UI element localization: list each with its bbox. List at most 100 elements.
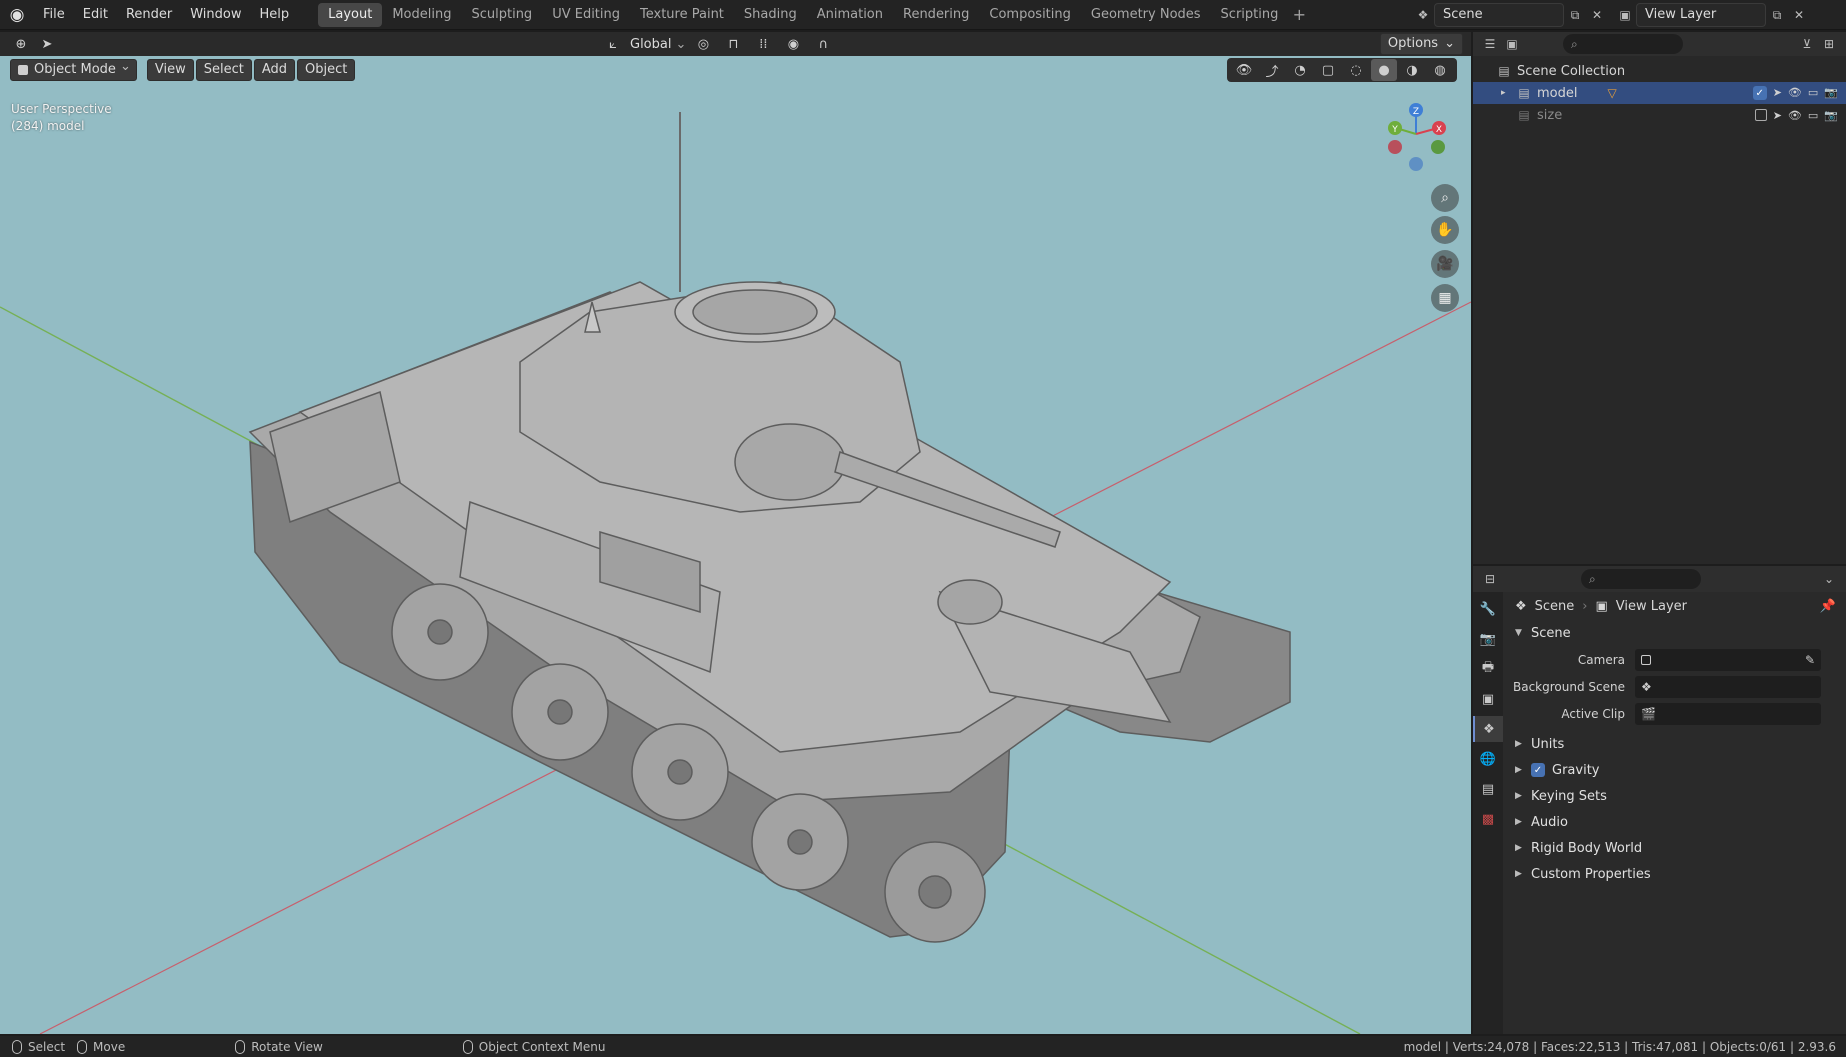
menu-file[interactable]: File bbox=[34, 0, 74, 30]
blender-logo-icon[interactable]: ◉ bbox=[0, 0, 34, 30]
delete-view-layer-icon[interactable]: ✕ bbox=[1788, 4, 1810, 26]
world-tab-icon[interactable]: 🌐 bbox=[1473, 746, 1503, 772]
chevron-down-icon[interactable]: ⌄ bbox=[675, 37, 686, 52]
new-scene-icon[interactable]: ⧉ bbox=[1564, 4, 1586, 26]
menu-object[interactable]: Object bbox=[297, 59, 356, 81]
gizmo-toggle-icon[interactable]: ⤴ bbox=[1259, 59, 1285, 81]
include-checkbox[interactable]: ✓ bbox=[1752, 86, 1767, 100]
collection-tab-icon[interactable]: ▤ bbox=[1473, 776, 1503, 802]
units-panel-header[interactable]: ▶ Units bbox=[1505, 731, 1846, 757]
new-view-layer-icon[interactable]: ⧉ bbox=[1766, 4, 1788, 26]
render-tab-icon[interactable]: 📷 bbox=[1473, 626, 1503, 652]
tab-animation[interactable]: Animation bbox=[807, 3, 893, 27]
camera-field[interactable]: ✎ bbox=[1635, 648, 1821, 671]
active-clip-field[interactable]: 🎬 bbox=[1635, 702, 1821, 725]
overlay-toggle-icon[interactable]: ◔ bbox=[1287, 59, 1313, 81]
mode-select[interactable]: Object Mode bbox=[10, 57, 137, 81]
texture-tab-icon[interactable]: ▩ bbox=[1473, 806, 1503, 832]
background-scene-field[interactable]: ❖ bbox=[1635, 675, 1821, 698]
outliner-editor-icon[interactable]: ☰ bbox=[1479, 33, 1501, 55]
add-workspace-icon[interactable]: + bbox=[1288, 5, 1310, 24]
falloff-curve-icon[interactable]: ∩ bbox=[810, 33, 836, 55]
view-layer-tab-icon[interactable]: ▣ bbox=[1473, 686, 1503, 712]
outliner-item-model[interactable]: ▸ ▤ model ▽ ✓ ➤ 👁 ▭ 📷 bbox=[1473, 82, 1846, 104]
tab-uv-editing[interactable]: UV Editing bbox=[542, 3, 630, 27]
render-camera-icon[interactable]: 📷 bbox=[1824, 109, 1838, 122]
menu-edit[interactable]: Edit bbox=[74, 0, 117, 30]
outliner-search-input[interactable]: ⌕ bbox=[1563, 34, 1683, 54]
delete-scene-icon[interactable]: ✕ bbox=[1586, 4, 1608, 26]
rendered-shading-icon[interactable]: ◍ bbox=[1427, 59, 1453, 81]
display-mode-icon[interactable]: ▣ bbox=[1501, 33, 1523, 55]
view-layer-icon[interactable]: ▣ bbox=[1614, 4, 1636, 26]
custom-properties-panel-header[interactable]: ▶ Custom Properties bbox=[1505, 861, 1846, 887]
tab-rendering[interactable]: Rendering bbox=[893, 3, 979, 27]
pivot-point-icon[interactable]: ◎ bbox=[690, 33, 716, 55]
tab-shading[interactable]: Shading bbox=[734, 3, 807, 27]
3d-viewport[interactable]: ⊕ ➤ ⟀ Global ⌄ ◎ ⊓ ⁞⁞ ◉ ∩ Options ⌄ Obje… bbox=[0, 32, 1471, 1034]
menu-help[interactable]: Help bbox=[251, 0, 299, 30]
selectable-arrow-icon[interactable]: ➤ bbox=[1773, 86, 1782, 100]
filter-icon[interactable]: ⊻ bbox=[1796, 33, 1818, 55]
gravity-panel-header[interactable]: ▶ ✓ Gravity bbox=[1505, 757, 1846, 783]
perspective-label: User Perspective bbox=[11, 102, 112, 116]
gravity-checkbox[interactable]: ✓ bbox=[1531, 763, 1545, 777]
menu-render[interactable]: Render bbox=[117, 0, 181, 30]
solid-shading-icon[interactable]: ● bbox=[1371, 59, 1397, 81]
menu-add[interactable]: Add bbox=[253, 59, 296, 81]
expand-arrow-icon[interactable]: ▸ bbox=[1501, 88, 1515, 98]
visibility-icon[interactable]: 👁 bbox=[1231, 59, 1257, 81]
options-button[interactable]: Options ⌄ bbox=[1379, 33, 1463, 55]
view-layer-field[interactable]: View Layer bbox=[1636, 3, 1766, 27]
camera-view-icon[interactable]: 🎥 bbox=[1431, 250, 1459, 278]
scene-collection-row[interactable]: ▤ Scene Collection bbox=[1473, 60, 1846, 82]
panel-title: Scene bbox=[1531, 625, 1571, 641]
output-tab-icon[interactable]: 🖶 bbox=[1473, 656, 1503, 682]
tab-geometry-nodes[interactable]: Geometry Nodes bbox=[1081, 3, 1211, 27]
menu-window[interactable]: Window bbox=[181, 0, 250, 30]
pin-icon[interactable]: 📌 bbox=[1820, 599, 1836, 614]
include-checkbox[interactable] bbox=[1754, 108, 1767, 121]
menu-select[interactable]: Select bbox=[195, 59, 252, 81]
scene-panel-header[interactable]: ▼ Scene bbox=[1505, 620, 1846, 646]
proportional-edit-icon[interactable]: ◉ bbox=[780, 33, 806, 55]
properties-editor-icon[interactable]: ⊟ bbox=[1479, 568, 1501, 590]
tab-modeling[interactable]: Modeling bbox=[382, 3, 461, 27]
eyedropper-icon[interactable]: ✎ bbox=[1805, 653, 1815, 667]
select-tool-icon[interactable]: ➤ bbox=[34, 33, 60, 55]
tab-layout[interactable]: Layout bbox=[318, 2, 383, 27]
tab-texture-paint[interactable]: Texture Paint bbox=[630, 3, 734, 27]
snap-icon[interactable]: ⊓ bbox=[720, 33, 746, 55]
material-shading-icon[interactable]: ◑ bbox=[1399, 59, 1425, 81]
viewport-monitor-icon[interactable]: ▭ bbox=[1808, 86, 1818, 100]
pan-hand-icon[interactable]: ✋ bbox=[1431, 216, 1459, 244]
outliner-item-size[interactable]: ▤ size ➤ 👁 ▭ 📷 bbox=[1473, 104, 1846, 126]
zoom-icon[interactable]: ⌕ bbox=[1431, 184, 1459, 212]
xray-toggle-icon[interactable]: ▢ bbox=[1315, 59, 1341, 81]
rigid-body-world-panel-header[interactable]: ▶ Rigid Body World bbox=[1505, 835, 1846, 861]
navigation-gizmo[interactable]: Z X Y bbox=[1376, 98, 1456, 178]
scene-tab-icon[interactable]: ❖ bbox=[1473, 716, 1503, 742]
tab-sculpting[interactable]: Sculpting bbox=[461, 3, 542, 27]
ortho-grid-icon[interactable]: ▦ bbox=[1431, 284, 1459, 312]
tool-tab-icon[interactable]: 🔧 bbox=[1473, 596, 1503, 622]
tab-scripting[interactable]: Scripting bbox=[1211, 3, 1289, 27]
selectable-arrow-icon[interactable]: ➤ bbox=[1773, 109, 1782, 122]
scene-field[interactable]: Scene bbox=[1434, 3, 1564, 27]
eye-icon[interactable]: 👁 bbox=[1788, 86, 1802, 100]
chevron-down-icon[interactable]: ⌄ bbox=[1818, 568, 1840, 590]
scene-icon[interactable]: ❖ bbox=[1412, 4, 1434, 26]
editor-type-icon[interactable]: ⊕ bbox=[8, 33, 34, 55]
audio-panel-header[interactable]: ▶ Audio bbox=[1505, 809, 1846, 835]
tab-compositing[interactable]: Compositing bbox=[979, 3, 1081, 27]
wireframe-shading-icon[interactable]: ◌ bbox=[1343, 59, 1369, 81]
keying-sets-panel-header[interactable]: ▶ Keying Sets bbox=[1505, 783, 1846, 809]
properties-search-input[interactable]: ⌕ bbox=[1581, 569, 1701, 589]
eye-icon[interactable]: 👁 bbox=[1788, 109, 1802, 122]
render-camera-icon[interactable]: 📷 bbox=[1824, 86, 1838, 100]
viewport-monitor-icon[interactable]: ▭ bbox=[1808, 109, 1818, 122]
menu-view[interactable]: View bbox=[146, 59, 194, 81]
snap-grid-icon[interactable]: ⁞⁞ bbox=[750, 33, 776, 55]
new-collection-icon[interactable]: ⊞ bbox=[1818, 33, 1840, 55]
transform-orientation-select[interactable]: Global bbox=[630, 37, 671, 52]
